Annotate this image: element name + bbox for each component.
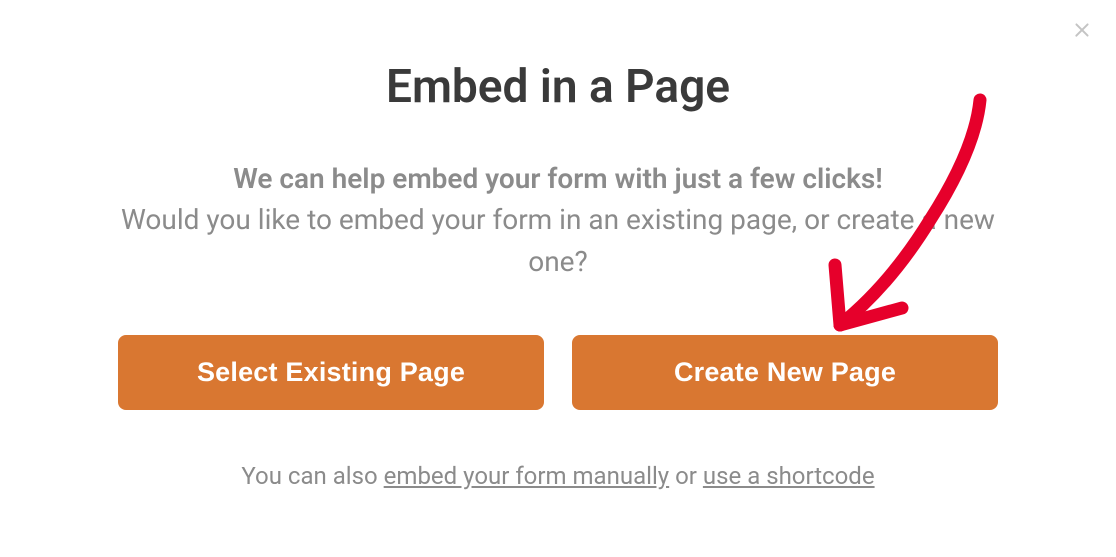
embed-manually-link[interactable]: embed your form manually — [384, 462, 669, 490]
embed-modal: Embed in a Page We can help embed your f… — [0, 0, 1116, 557]
close-icon[interactable] — [1070, 18, 1094, 42]
modal-description: Would you like to embed your form in an … — [90, 199, 1026, 283]
select-existing-page-button[interactable]: Select Existing Page — [118, 335, 544, 410]
button-row: Select Existing Page Create New Page — [90, 335, 1026, 410]
use-shortcode-link[interactable]: use a shortcode — [703, 462, 875, 490]
modal-title: Embed in a Page — [90, 60, 1026, 114]
footer-text: You can also embed your form manually or… — [90, 462, 1026, 490]
create-new-page-button[interactable]: Create New Page — [572, 335, 998, 410]
modal-description-bold: We can help embed your form with just a … — [90, 162, 1026, 195]
footer-middle: or — [669, 462, 703, 490]
footer-prefix: You can also — [241, 462, 383, 490]
